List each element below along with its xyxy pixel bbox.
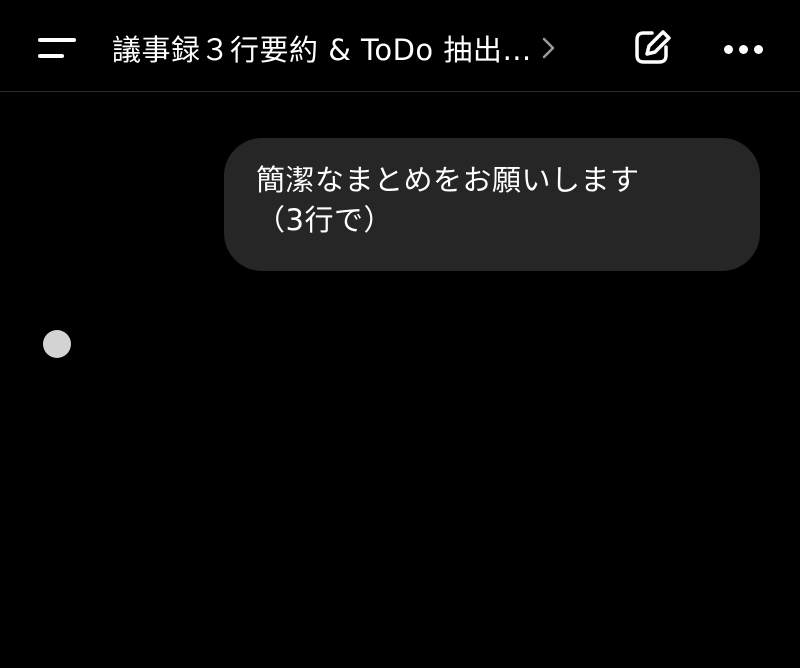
more-icon-dot <box>724 45 733 54</box>
assistant-typing-indicator <box>43 330 71 358</box>
menu-icon-line-top <box>38 38 76 42</box>
conversation-title-button[interactable]: 議事録３行要約 & ToDo 抽出… <box>112 24 592 72</box>
sidebar-menu-button[interactable] <box>24 24 88 72</box>
more-icon-dot <box>739 45 748 54</box>
new-chat-button[interactable] <box>628 26 676 70</box>
top-bar: 議事録３行要約 & ToDo 抽出… <box>0 0 800 92</box>
chevron-right-icon <box>542 37 555 59</box>
more-icon-dot <box>754 45 763 54</box>
user-message-bubble: 簡潔なまとめをお願いします （3行で） <box>224 138 760 271</box>
menu-icon-line-bottom <box>38 54 64 58</box>
user-message-text: 簡潔なまとめをお願いします （3行で） <box>256 163 640 237</box>
more-options-button[interactable] <box>716 26 772 70</box>
conversation-title: 議事録３行要約 & ToDo 抽出… <box>112 33 532 67</box>
compose-icon <box>635 30 671 64</box>
